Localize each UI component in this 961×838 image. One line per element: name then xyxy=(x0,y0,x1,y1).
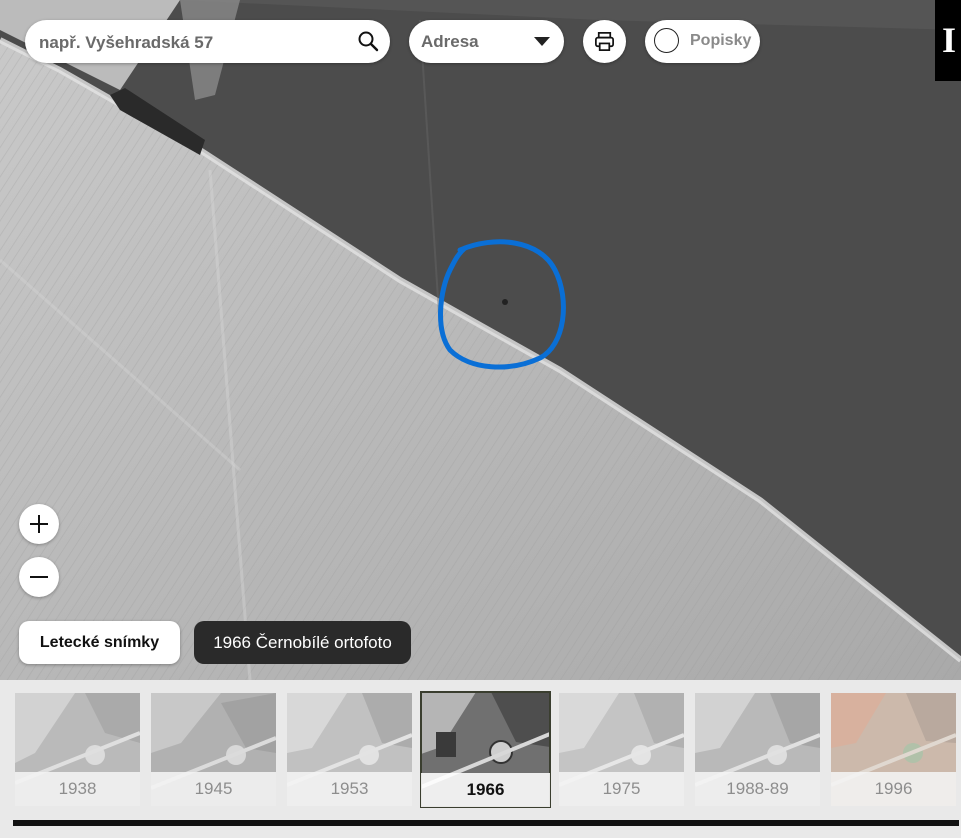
timeline-year: 1966 xyxy=(421,773,550,807)
aerial-images-button[interactable]: Letecké snímky xyxy=(19,621,180,664)
timeline-year: 1945 xyxy=(151,772,276,806)
timeline-item-1938[interactable]: 1938 xyxy=(15,693,140,806)
timeline-item-1953[interactable]: 1953 xyxy=(287,693,412,806)
timeline-item-1988-89[interactable]: 1988-89 xyxy=(695,693,820,806)
print-button[interactable] xyxy=(583,20,626,63)
labels-toggle[interactable]: Popisky xyxy=(645,20,760,63)
timeline-item-1996[interactable]: 1996 xyxy=(831,693,956,806)
aerial-photo xyxy=(0,0,961,680)
timeline-year: 1988-89 xyxy=(695,772,820,806)
info-button[interactable]: I xyxy=(935,0,961,81)
address-search[interactable] xyxy=(25,20,390,65)
search-type-value: Adresa xyxy=(421,32,479,51)
labels-toggle-label: Popisky xyxy=(690,32,752,49)
current-layer-label: 1966 Černobílé ortofoto xyxy=(194,621,411,664)
info-button-label: I xyxy=(942,20,957,60)
timeline-year: 1953 xyxy=(287,772,412,806)
zoom-out-button[interactable] xyxy=(19,557,59,597)
search-icon[interactable] xyxy=(356,29,380,53)
timeline-year: 1975 xyxy=(559,772,684,806)
zoom-in-button[interactable] xyxy=(19,504,59,544)
aerial-map[interactable] xyxy=(0,0,961,680)
timeline-item-1945[interactable]: 1945 xyxy=(151,693,276,806)
printer-icon xyxy=(595,32,614,51)
timeline-scrollbar[interactable] xyxy=(13,820,959,826)
timeline-item-1966[interactable]: 1966 xyxy=(420,691,551,808)
chevron-down-icon xyxy=(534,37,550,46)
search-input[interactable] xyxy=(37,20,351,65)
timeline-item-1975[interactable]: 1975 xyxy=(559,693,684,806)
search-type-select[interactable]: Adresa xyxy=(409,20,564,63)
timeline: 1938 1945 1953 1966 1975 1988-89 1996 xyxy=(0,680,961,838)
minus-icon xyxy=(30,576,48,578)
timeline-year: 1938 xyxy=(15,772,140,806)
timeline-year: 1996 xyxy=(831,772,956,806)
plus-icon xyxy=(30,515,48,533)
radio-circle-icon[interactable] xyxy=(654,28,679,53)
